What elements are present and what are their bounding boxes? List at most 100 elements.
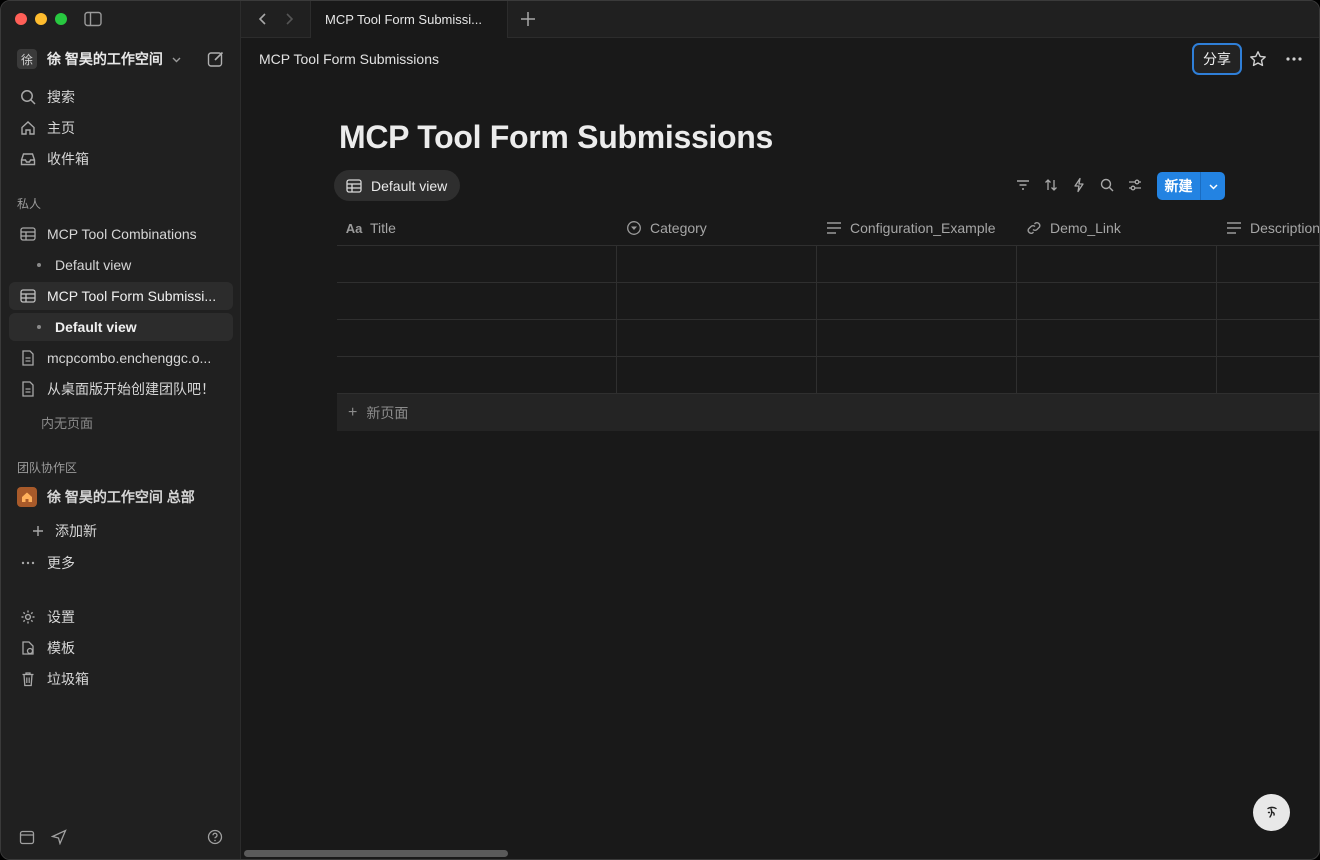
table-icon: [346, 178, 362, 193]
text-icon: [825, 220, 843, 236]
view-settings-sliders-icon[interactable]: [1127, 177, 1145, 195]
sidebar-item-label: 添加新: [55, 523, 97, 539]
sidebar-item-label: 主页: [47, 120, 75, 136]
trash-icon: [19, 670, 37, 688]
more-dots-icon: [19, 554, 37, 572]
table-icon: [19, 287, 37, 305]
table-row[interactable]: [337, 320, 1319, 357]
sidebar-footer: [19, 829, 225, 847]
sidebar-item-label: mcpcombo.enchenggc.o...: [47, 350, 212, 366]
chevron-down-icon: [172, 57, 181, 62]
share-button[interactable]: 分享: [1192, 43, 1242, 75]
help-icon[interactable]: [207, 829, 225, 847]
sidebar-item-label: MCP Tool Combinations: [47, 226, 197, 242]
automation-bolt-icon[interactable]: [1071, 177, 1089, 195]
back-arrow-icon[interactable]: [255, 11, 271, 27]
sidebar-item-templates[interactable]: 模板: [9, 634, 233, 662]
column-header-demo-link[interactable]: Demo_Link: [1017, 210, 1121, 246]
sidebar-item-team-hq[interactable]: 徐 智昊的工作空间 总部: [9, 483, 233, 511]
sidebar-item-label: Default view: [55, 319, 137, 335]
plus-icon: [29, 522, 47, 540]
send-icon[interactable]: [50, 829, 69, 847]
tab-active-page[interactable]: MCP Tool Form Submissi...: [310, 1, 508, 38]
page-icon: [19, 380, 37, 398]
chevron-down-icon[interactable]: [1201, 172, 1225, 200]
workspace-name: 徐 智昊的工作空间: [47, 51, 163, 67]
column-divider: [1016, 246, 1017, 394]
sidebar-item-trash[interactable]: 垃圾箱: [9, 665, 233, 693]
zoom-window-button[interactable]: [55, 13, 67, 25]
tab-title: MCP Tool Form Submissi...: [325, 12, 483, 27]
more-options-icon[interactable]: [1285, 50, 1303, 68]
text-title-icon: Aa: [345, 220, 363, 236]
sidebar-item-label: MCP Tool Form Submissi...: [47, 288, 217, 304]
sidebar-item-label: 模板: [47, 640, 75, 656]
column-header-description[interactable]: Description: [1217, 210, 1320, 246]
sidebar-item-label: 收件箱: [47, 151, 89, 167]
team-home-icon: [17, 487, 37, 507]
sidebar-item-mcp-tool-combinations[interactable]: MCP Tool Combinations: [9, 220, 233, 248]
sidebar-item-label: 垃圾箱: [47, 671, 89, 687]
sidebar-item-more[interactable]: 更多: [9, 549, 233, 577]
minimize-window-button[interactable]: [35, 13, 47, 25]
sidebar-item-inbox[interactable]: 收件箱: [9, 145, 233, 173]
new-button-label[interactable]: 新建: [1157, 172, 1201, 200]
column-header-label: Description: [1250, 220, 1320, 236]
sidebar-item-home[interactable]: 主页: [9, 114, 233, 142]
sidebar-item-create-team-page[interactable]: 从桌面版开始创建团队吧！: [9, 375, 233, 403]
sidebar-item-mcpcombo-page[interactable]: mcpcombo.enchenggc.o...: [9, 344, 233, 372]
database-toolbar: [1015, 177, 1147, 195]
sidebar-subitem-default-view[interactable]: Default view: [9, 251, 233, 279]
sidebar-item-label: 更多: [47, 555, 75, 571]
column-header-title[interactable]: Aa Title: [337, 210, 396, 246]
forward-arrow-icon[interactable]: [281, 11, 297, 27]
column-header-label: Category: [650, 220, 707, 236]
column-header-category[interactable]: Category: [617, 210, 707, 246]
calendar-icon[interactable]: [19, 829, 37, 847]
sidebar-toggle-icon[interactable]: [84, 11, 102, 27]
sort-icon[interactable]: [1043, 177, 1061, 195]
close-window-button[interactable]: [15, 13, 27, 25]
no-pages-label: 内无页面: [41, 416, 94, 431]
bullet-icon: [37, 325, 41, 329]
star-icon[interactable]: [1249, 50, 1267, 68]
column-divider: [616, 246, 617, 394]
new-tab-plus-icon[interactable]: [519, 10, 537, 28]
sidebar-item-search[interactable]: 搜索: [9, 83, 233, 111]
sidebar-item-mcp-tool-form-submissions[interactable]: MCP Tool Form Submissi...: [9, 282, 233, 310]
table-row[interactable]: [337, 246, 1319, 283]
window-controls: [15, 13, 67, 25]
view-label: Default view: [371, 177, 448, 194]
column-header-label: Configuration_Example: [850, 220, 996, 236]
filter-icon[interactable]: [1015, 177, 1033, 195]
sidebar-subitem-default-view-active[interactable]: Default view: [9, 313, 233, 341]
sidebar-item-label: 从桌面版开始创建团队吧！: [47, 381, 215, 397]
page-icon: [19, 349, 37, 367]
horizontal-scrollbar[interactable]: [244, 850, 508, 857]
ai-face-icon: [1266, 806, 1277, 818]
column-divider: [1216, 246, 1217, 394]
view-tab-default[interactable]: Default view: [334, 170, 461, 201]
inbox-icon: [19, 150, 37, 168]
tab-bar: MCP Tool Form Submissi...: [241, 1, 1319, 38]
home-icon: [19, 119, 37, 137]
new-page-row[interactable]: + 新页面: [337, 394, 1319, 431]
database-table: Aa Title Category Configuration_Example …: [337, 210, 1320, 431]
page-title[interactable]: MCP Tool Form Submissions: [339, 119, 773, 156]
table-header-row: Aa Title Category Configuration_Example …: [337, 210, 1320, 246]
sidebar: 徐 徐 智昊的工作空间 搜索 主页 收件箱 私人 MCP Tool Combin…: [1, 1, 241, 859]
column-header-configuration-example[interactable]: Configuration_Example: [817, 210, 996, 246]
table-row[interactable]: [337, 283, 1319, 320]
ai-assistant-button[interactable]: [1253, 794, 1290, 831]
search-icon: [19, 88, 37, 106]
new-page-compose-icon[interactable]: [207, 50, 225, 68]
sidebar-item-add-new[interactable]: 添加新: [9, 517, 233, 545]
template-icon: [19, 639, 37, 657]
new-entry-button[interactable]: 新建: [1157, 172, 1225, 200]
table-row[interactable]: [337, 357, 1319, 394]
sidebar-item-label: 搜索: [47, 89, 75, 105]
workspace-switcher[interactable]: 徐 徐 智昊的工作空间: [17, 48, 182, 70]
sidebar-item-settings[interactable]: 设置: [9, 603, 233, 631]
breadcrumb[interactable]: MCP Tool Form Submissions: [259, 51, 439, 67]
search-icon[interactable]: [1099, 177, 1117, 195]
